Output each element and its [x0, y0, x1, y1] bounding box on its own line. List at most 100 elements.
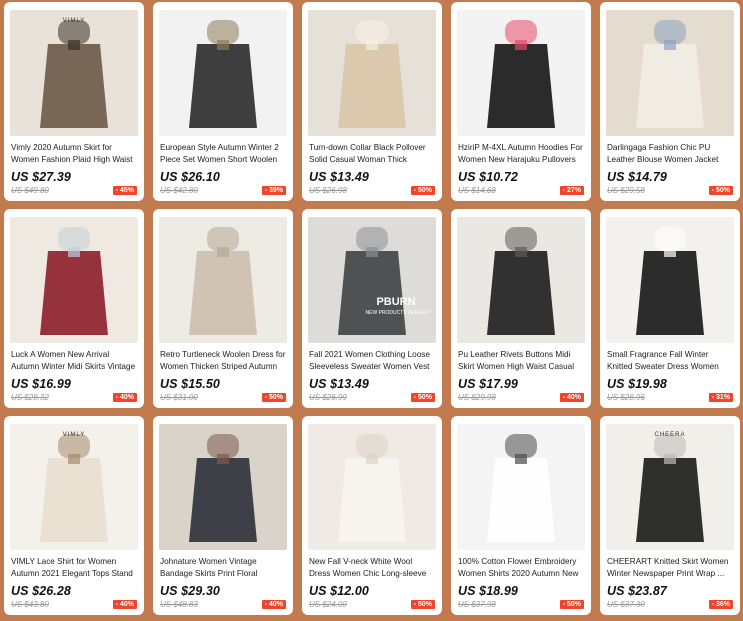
product-image[interactable] [159, 10, 287, 136]
product-card[interactable]: VIMLY VIMLY Lace Shirt for Women Autumn … [4, 416, 144, 615]
overlay-subtext: NEW PRODUCTS IN EARLY [366, 310, 432, 316]
discount-badge: - 36% [708, 600, 733, 609]
product-price: US $18.99 [458, 584, 518, 598]
product-image[interactable] [308, 10, 436, 136]
brand-mark: VIMLY [63, 432, 86, 438]
price-row: US $26.99 - 50% [308, 393, 436, 408]
discount-badge: - 40% [261, 600, 286, 609]
product-title[interactable]: Darlingaga Fashion Chic PU Leather Blous… [606, 142, 734, 166]
discount-badge: - 50% [261, 393, 286, 402]
product-image[interactable] [606, 10, 734, 136]
price-row: US $26.98 - 50% [308, 186, 436, 201]
product-image[interactable] [457, 217, 585, 343]
product-card[interactable]: Luck A Women New Arrival Autumn Winter M… [4, 209, 144, 408]
product-title[interactable]: CHEERART Knitted Skirt Women Winter News… [606, 556, 734, 580]
product-image[interactable] [606, 217, 734, 343]
product-image[interactable]: VIMLY [10, 10, 138, 136]
product-card[interactable]: Pu Leather Rivets Buttons Midi Skirt Wom… [451, 209, 591, 408]
discount-badge: - 45% [112, 186, 137, 195]
product-title[interactable]: Small Fragrance Fall Winter Knitted Swea… [606, 349, 734, 373]
product-card[interactable]: PBURN NEW PRODUCTS IN EARLY Fall 2021 Wo… [302, 209, 442, 408]
original-price: US $42.80 [160, 186, 198, 195]
product-price: US $17.99 [458, 377, 518, 391]
product-card[interactable]: CHEERA CHEERART Knitted Skirt Women Wint… [600, 416, 740, 615]
discount-badge: - 40% [559, 393, 584, 402]
price-row: US $43.80 - 40% [10, 600, 138, 615]
price-row: US $42.80 - 39% [159, 186, 287, 201]
product-price: US $13.49 [309, 377, 369, 391]
product-image[interactable]: VIMLY [10, 424, 138, 550]
discount-badge: - 39% [261, 186, 286, 195]
price-row: US $29.58 - 50% [606, 186, 734, 201]
product-image[interactable] [308, 424, 436, 550]
product-image[interactable]: PBURN NEW PRODUCTS IN EARLY [308, 217, 436, 343]
discount-badge: - 40% [112, 393, 137, 402]
product-card[interactable]: VIMLY Vimly 2020 Autumn Skirt for Women … [4, 2, 144, 201]
product-price: US $14.79 [607, 170, 667, 184]
product-card[interactable]: HziriP M-4XL Autumn Hoodies For Women Ne… [451, 2, 591, 201]
original-price: US $28.32 [11, 393, 49, 402]
original-price: US $29.98 [458, 393, 496, 402]
original-price: US $37.30 [607, 600, 645, 609]
discount-badge: - 31% [708, 393, 733, 402]
brand-mark: CHEERA [654, 432, 685, 438]
overlay-text: PBURN [376, 296, 415, 308]
discount-badge: - 50% [708, 186, 733, 195]
product-price: US $23.87 [607, 584, 667, 598]
product-image[interactable] [457, 10, 585, 136]
product-title[interactable]: New Fall V-neck White Wool Dress Women C… [308, 556, 436, 580]
price-row: US $28.96 - 31% [606, 393, 734, 408]
brand-mark: VIMLY [63, 18, 86, 24]
original-price: US $26.99 [309, 393, 347, 402]
price-row: US $28.32 - 40% [10, 393, 138, 408]
product-title[interactable]: VIMLY Lace Shirt for Women Autumn 2021 E… [10, 556, 138, 580]
discount-badge: - 50% [410, 186, 435, 195]
product-title[interactable]: Luck A Women New Arrival Autumn Winter M… [10, 349, 138, 373]
product-title[interactable]: Johnature Women Vintage Bandage Skirts P… [159, 556, 287, 580]
discount-badge: - 27% [559, 186, 584, 195]
product-card[interactable]: Johnature Women Vintage Bandage Skirts P… [153, 416, 293, 615]
discount-badge: - 50% [559, 600, 584, 609]
product-title[interactable]: HziriP M-4XL Autumn Hoodies For Women Ne… [457, 142, 585, 166]
discount-badge: - 50% [410, 393, 435, 402]
product-title[interactable]: Vimly 2020 Autumn Skirt for Women Fashio… [10, 142, 138, 166]
product-title[interactable]: Pu Leather Rivets Buttons Midi Skirt Wom… [457, 349, 585, 373]
product-grid: VIMLY Vimly 2020 Autumn Skirt for Women … [0, 0, 743, 621]
product-title[interactable]: European Style Autumn Winter 2 Piece Set… [159, 142, 287, 166]
product-title[interactable]: Turn-down Collar Black Pollover Solid Ca… [308, 142, 436, 166]
price-row: US $31.00 - 50% [159, 393, 287, 408]
product-card[interactable]: Retro Turtleneck Woolen Dress for Women … [153, 209, 293, 408]
original-price: US $37.98 [458, 600, 496, 609]
product-title[interactable]: Retro Turtleneck Woolen Dress for Women … [159, 349, 287, 373]
product-price: US $26.10 [160, 170, 220, 184]
original-price: US $28.96 [607, 393, 645, 402]
product-image[interactable] [10, 217, 138, 343]
product-image[interactable] [159, 424, 287, 550]
product-card[interactable]: 100% Cotton Flower Embroidery Women Shir… [451, 416, 591, 615]
product-image[interactable]: CHEERA [606, 424, 734, 550]
price-row: US $29.98 - 40% [457, 393, 585, 408]
product-card[interactable]: Small Fragrance Fall Winter Knitted Swea… [600, 209, 740, 408]
product-price: US $16.99 [11, 377, 71, 391]
product-card[interactable]: European Style Autumn Winter 2 Piece Set… [153, 2, 293, 201]
product-image[interactable] [457, 424, 585, 550]
price-row: US $37.30 - 36% [606, 600, 734, 615]
original-price: US $14.68 [458, 186, 496, 195]
original-price: US $43.80 [11, 600, 49, 609]
original-price: US $48.83 [160, 600, 198, 609]
product-price: US $26.28 [11, 584, 71, 598]
original-price: US $29.58 [607, 186, 645, 195]
product-image[interactable] [159, 217, 287, 343]
product-card[interactable]: New Fall V-neck White Wool Dress Women C… [302, 416, 442, 615]
product-card[interactable]: Turn-down Collar Black Pollover Solid Ca… [302, 2, 442, 201]
price-row: US $24.00 - 50% [308, 600, 436, 615]
product-title[interactable]: Fall 2021 Women Clothing Loose Sleeveles… [308, 349, 436, 373]
price-row: US $48.83 - 40% [159, 600, 287, 615]
product-title[interactable]: 100% Cotton Flower Embroidery Women Shir… [457, 556, 585, 580]
price-row: US $49.80 - 45% [10, 186, 138, 201]
product-card[interactable]: Darlingaga Fashion Chic PU Leather Blous… [600, 2, 740, 201]
product-price: US $10.72 [458, 170, 518, 184]
original-price: US $49.80 [11, 186, 49, 195]
discount-badge: - 40% [112, 600, 137, 609]
product-price: US $13.49 [309, 170, 369, 184]
